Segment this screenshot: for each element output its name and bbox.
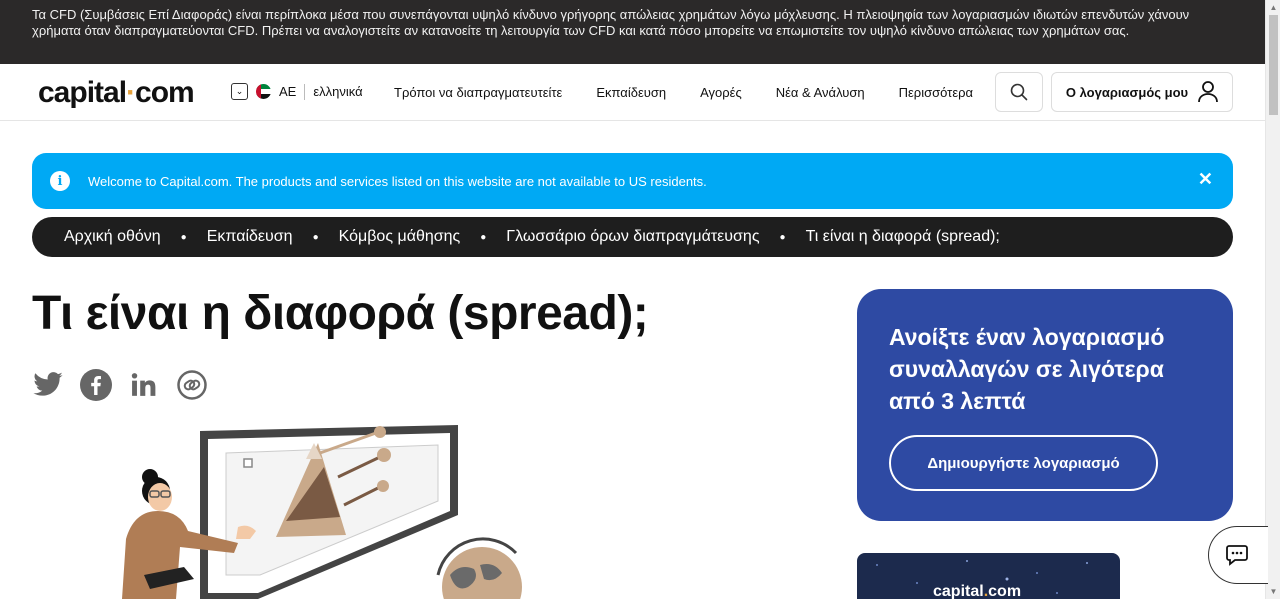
search-button[interactable] [995, 72, 1043, 112]
logo-text-right: com [135, 76, 195, 109]
facebook-icon[interactable] [80, 369, 112, 401]
breadcrumb-learning-hub[interactable]: Κόμβος μάθησης [339, 228, 461, 246]
locale-divider [304, 83, 306, 100]
nav-item-more[interactable]: Περισσότερα [899, 85, 973, 100]
copy-link-icon[interactable] [176, 369, 208, 401]
breadcrumb-glossary[interactable]: Γλωσσάριο όρων διαπραγμάτευσης [506, 228, 759, 246]
risk-warning-text: Τα CFD (Συμβάσεις Επί Διαφοράς) είναι πε… [32, 7, 1190, 38]
social-share-bar [32, 369, 208, 401]
open-account-card: Ανοίξτε έναν λογαριασμό συναλλαγών σε λι… [857, 289, 1233, 521]
my-account-button[interactable]: Ο λογαριασμός μου [1051, 72, 1233, 112]
notice-message: Welcome to Capital.com. The products and… [88, 173, 707, 189]
main-nav: Τρόποι να διαπραγματευτείτε Εκπαίδευση Α… [394, 85, 1007, 100]
locale-selector[interactable]: ⌄ AE ελληνικά [231, 83, 363, 100]
teacher-presentation-illustration [122, 425, 522, 599]
chat-bubble-icon [1226, 545, 1248, 566]
linkedin-icon[interactable] [128, 369, 160, 401]
breadcrumb-home[interactable]: Αρχική οθόνη [64, 228, 161, 246]
risk-warning-banner: Τα CFD (Συμβάσεις Επί Διαφοράς) είναι πε… [0, 0, 1265, 64]
breadcrumb-separator: ● [312, 231, 319, 243]
nav-item-news-analysis[interactable]: Νέα & Ανάλυση [776, 85, 865, 100]
breadcrumb-current: Τι είναι η διαφορά (spread); [805, 228, 1000, 245]
uae-flag-icon [256, 84, 271, 99]
scrollbar-thumb[interactable] [1269, 15, 1278, 115]
promo-logo: capital.com [933, 583, 1021, 599]
twitter-icon[interactable] [32, 369, 64, 401]
chevron-down-icon[interactable]: ⌄ [231, 83, 248, 100]
close-icon[interactable]: ✕ [1198, 169, 1213, 190]
site-header: capital·com ⌄ AE ελληνικά Τρόποι να διαπ… [0, 64, 1265, 121]
language-label[interactable]: ελληνικά [313, 84, 362, 99]
cta-title: Ανοίξτε έναν λογαριασμό συναλλαγών σε λι… [889, 324, 1165, 414]
page-title: Τι είναι η διαφορά (spread); [32, 287, 649, 340]
capital-com-logo[interactable]: capital·com [38, 76, 195, 110]
vertical-scrollbar[interactable]: ▲ ▼ [1265, 0, 1280, 599]
breadcrumb-separator: ● [180, 231, 187, 243]
nav-item-ways-to-trade[interactable]: Τρόποι να διαπραγματευτείτε [394, 85, 562, 100]
chat-button[interactable] [1208, 526, 1268, 584]
logo-dot: · [126, 76, 136, 109]
nav-item-education[interactable]: Εκπαίδευση [596, 85, 666, 100]
info-icon: i [50, 171, 70, 191]
my-account-label: Ο λογαριασμός μου [1065, 84, 1189, 100]
scroll-up-arrow-icon[interactable]: ▲ [1266, 0, 1280, 15]
article-illustration [108, 425, 528, 599]
user-icon [1198, 81, 1219, 103]
promo-logo-left: capital [933, 583, 984, 599]
create-account-button[interactable]: Δημιουργήστε λογαριασμό [889, 435, 1158, 491]
breadcrumb-separator: ● [779, 231, 786, 243]
promo-card[interactable]: capital.com [857, 553, 1120, 599]
breadcrumb-education[interactable]: Εκπαίδευση [207, 228, 293, 246]
page: Τα CFD (Συμβάσεις Επί Διαφοράς) είναι πε… [0, 0, 1280, 599]
breadcrumb: Αρχική οθόνη ● Εκπαίδευση ● Κόμβος μάθησ… [32, 217, 1233, 257]
breadcrumb-separator: ● [480, 231, 487, 243]
logo-text-left: capital [38, 76, 127, 109]
region-code: AE [279, 84, 297, 99]
scroll-down-arrow-icon[interactable]: ▼ [1266, 584, 1280, 599]
promo-logo-right: com [988, 583, 1022, 599]
nav-item-markets[interactable]: Αγορές [700, 85, 742, 100]
search-icon [1010, 83, 1028, 101]
us-residents-notice: i Welcome to Capital.com. The products a… [32, 153, 1233, 209]
